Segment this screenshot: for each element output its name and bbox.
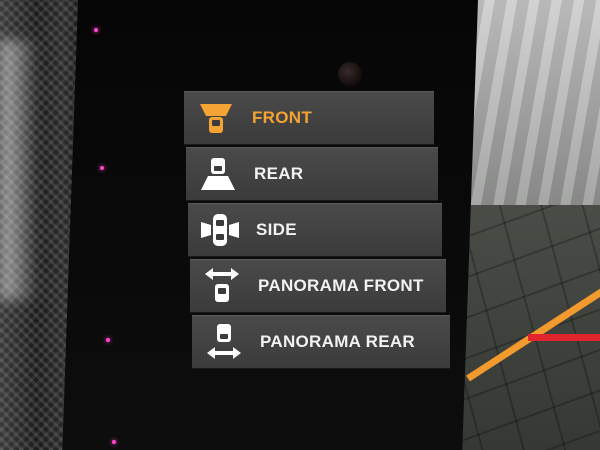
menu-item-rear[interactable]: REAR bbox=[186, 147, 438, 201]
menu-item-label: FRONT bbox=[252, 108, 313, 127]
ambient-led bbox=[106, 338, 110, 342]
panorama-rear-icon bbox=[202, 320, 246, 364]
menu-item-label: SIDE bbox=[256, 220, 297, 239]
menu-item-label: PANORAMA FRONT bbox=[258, 276, 424, 295]
panorama-front-icon bbox=[200, 264, 244, 308]
menu-item-panorama-rear[interactable]: PANORAMA REAR bbox=[192, 315, 450, 369]
sensor-lens bbox=[338, 62, 362, 86]
menu-item-side[interactable]: SIDE bbox=[188, 203, 442, 257]
parking-guide-line-red bbox=[528, 334, 600, 341]
ambient-led bbox=[94, 28, 98, 32]
menu-item-label: PANORAMA REAR bbox=[260, 332, 416, 351]
menu-item-panorama-front[interactable]: PANORAMA FRONT bbox=[190, 259, 446, 313]
ambient-led bbox=[112, 440, 116, 444]
rear-camera-icon bbox=[196, 152, 240, 196]
menu-item-front[interactable]: FRONT bbox=[184, 91, 434, 145]
side-camera-icon bbox=[198, 208, 242, 252]
menu-item-label: REAR bbox=[254, 164, 304, 183]
dashboard-scene: FRONT REAR SIDE PANORAMA FRONT PANORAMA … bbox=[0, 0, 600, 450]
ambient-led bbox=[100, 166, 104, 170]
trim-glare bbox=[0, 40, 40, 300]
front-camera-icon bbox=[194, 96, 238, 140]
